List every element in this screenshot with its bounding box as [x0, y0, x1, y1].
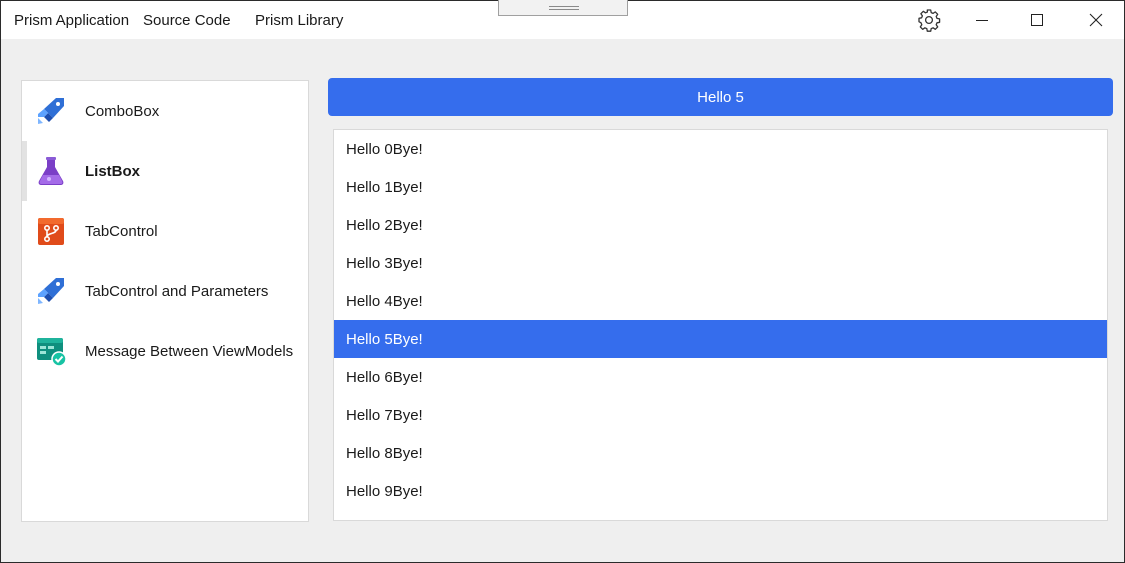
list-item[interactable]: Hello 1Bye!: [334, 168, 1107, 206]
nav-item-label: Message Between ViewModels: [85, 343, 294, 360]
hello-listbox[interactable]: Hello 0Bye! Hello 1Bye! Hello 2Bye! Hell…: [333, 129, 1108, 521]
gear-icon: [918, 9, 941, 32]
menu-prism-application[interactable]: Prism Application: [14, 12, 129, 29]
list-item[interactable]: Hello 3Bye!: [334, 244, 1107, 282]
boards-check-icon: [37, 338, 67, 367]
menu-source-code[interactable]: Source Code: [143, 12, 231, 29]
maximize-icon: [1031, 14, 1043, 26]
hello-button[interactable]: Hello 5: [328, 78, 1113, 116]
list-item[interactable]: Hello 6Bye!: [334, 358, 1107, 396]
navigation-panel: ComboBox ListBox TabControl TabControl a…: [21, 80, 309, 522]
content-area: ComboBox ListBox TabControl TabControl a…: [1, 39, 1124, 562]
list-item[interactable]: Hello 0Bye!: [334, 130, 1107, 168]
list-item[interactable]: Hello 2Bye!: [334, 206, 1107, 244]
settings-button[interactable]: [906, 1, 952, 39]
nav-item-message-between-viewmodels[interactable]: Message Between ViewModels: [22, 321, 308, 381]
list-item-selected[interactable]: Hello 5Bye!: [334, 320, 1107, 358]
close-button[interactable]: [1073, 1, 1119, 39]
nav-item-label: ComboBox: [85, 103, 160, 120]
title-bar: Prism Application Source Code Prism Libr…: [1, 0, 1124, 39]
menu-prism-library[interactable]: Prism Library: [255, 12, 343, 29]
list-item[interactable]: Hello 9Bye!: [334, 472, 1107, 510]
nav-item-label: TabControl: [85, 223, 158, 240]
nav-item-listbox[interactable]: ListBox: [22, 141, 308, 201]
nav-item-combobox[interactable]: ComboBox: [22, 81, 308, 141]
app-window: Prism Application Source Code Prism Libr…: [0, 0, 1125, 563]
selection-indicator: [22, 141, 27, 201]
list-item[interactable]: Hello 8Bye!: [334, 434, 1107, 472]
nav-item-tabcontrol[interactable]: TabControl: [22, 201, 308, 261]
flask-icon: [38, 157, 64, 185]
nav-item-tabcontrol-parameters[interactable]: TabControl and Parameters: [22, 261, 308, 321]
maximize-button[interactable]: [1014, 1, 1060, 39]
list-item[interactable]: Hello 4Bye!: [334, 282, 1107, 320]
minimize-icon: [976, 20, 988, 21]
minimize-button[interactable]: [959, 1, 1005, 39]
nav-item-label: TabControl and Parameters: [85, 283, 269, 300]
pipelines-icon: [38, 278, 64, 304]
pipelines-icon: [38, 98, 64, 124]
close-icon: [1089, 13, 1103, 27]
nav-item-label: ListBox: [85, 163, 141, 180]
repo-icon: [38, 218, 64, 245]
drag-handle[interactable]: [498, 0, 628, 16]
list-item[interactable]: Hello 7Bye!: [334, 396, 1107, 434]
